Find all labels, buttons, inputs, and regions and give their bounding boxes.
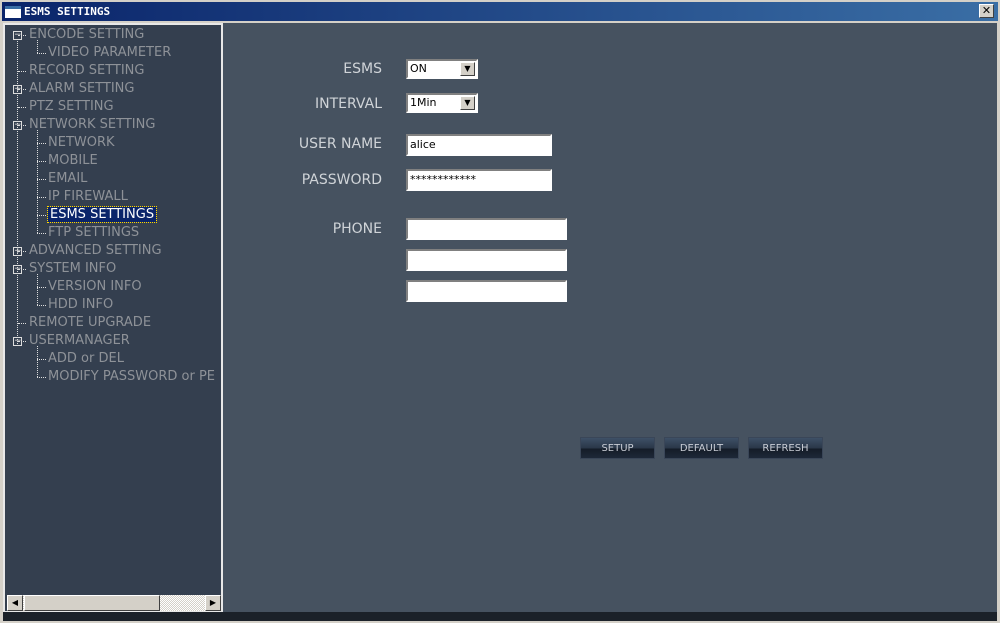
horizontal-scrollbar[interactable]: ◀ ▶: [7, 595, 221, 611]
username-input[interactable]: alice: [406, 134, 552, 156]
tree-item-label: NETWORK SETTING: [29, 117, 156, 132]
expand-icon[interactable]: +: [13, 247, 22, 256]
tree-item-label: RECORD SETTING: [29, 63, 145, 78]
interval-label: INTERVAL: [314, 96, 382, 112]
collapse-icon[interactable]: −: [13, 337, 22, 346]
tree-item-label: IP FIREWALL: [48, 189, 128, 204]
esms-settings-panel: ESMS ON ▼ INTERVAL 1Min ▼ USER NAME alice …: [223, 23, 997, 613]
chevron-down-icon[interactable]: ▼: [460, 96, 475, 110]
esms-select[interactable]: ON ▼: [406, 59, 478, 79]
tree-item[interactable]: HDD INFO: [48, 296, 113, 314]
tree-item[interactable]: FTP SETTINGS: [48, 224, 139, 242]
tree-item[interactable]: MODIFY PASSWORD or PE: [48, 368, 215, 386]
tree-item[interactable]: VIDEO PARAMETER: [48, 44, 171, 62]
tree-item[interactable]: ADD or DEL: [48, 350, 124, 368]
password-label: PASSWORD: [301, 172, 382, 188]
tree-item-label: HDD INFO: [48, 297, 114, 312]
settings-tree: − ENCODE SETTING VIDEO PARAMETER RECORD SET…: [3, 23, 223, 613]
tree-item-label: FTP SETTINGS: [48, 225, 140, 240]
tree-item[interactable]: ENCODE SETTING: [29, 26, 144, 44]
tree-item[interactable]: ALARM SETTING: [29, 80, 134, 98]
tree-item-label: EMAIL: [48, 171, 88, 186]
scroll-thumb[interactable]: [24, 595, 160, 611]
tree-item-label: REMOTE UPGRADE: [29, 315, 152, 330]
default-button[interactable]: DEFAULT: [664, 437, 739, 459]
expand-icon[interactable]: +: [13, 85, 22, 94]
window-icon: [5, 6, 21, 18]
esms-label: ESMS: [343, 61, 382, 77]
esms-value: ON: [410, 62, 427, 75]
tree-item-label: ADVANCED SETTING: [29, 243, 162, 258]
tree-item-label: ALARM SETTING: [29, 81, 135, 96]
chevron-down-icon[interactable]: ▼: [460, 62, 475, 76]
tree-item-label: ADD or DEL: [48, 351, 124, 366]
tree-item-label: SYSTEM INFO: [29, 261, 117, 276]
tree-item-label: MOBILE: [48, 153, 98, 168]
status-strip: [3, 612, 997, 621]
tree-item[interactable]: NETWORK: [48, 134, 115, 152]
password-input[interactable]: ************: [406, 169, 552, 191]
tree-item-label: USERMANAGER: [29, 333, 130, 348]
phone-label: PHONE: [332, 221, 382, 237]
tree-item[interactable]: RECORD SETTING: [29, 62, 144, 80]
tree-item-label: VIDEO PARAMETER: [48, 45, 172, 60]
close-button[interactable]: ✕: [979, 4, 994, 18]
tree-item[interactable]: SYSTEM INFO: [29, 260, 116, 278]
tree-item[interactable]: REMOTE UPGRADE: [29, 314, 151, 332]
phone-input-2[interactable]: [406, 249, 567, 271]
tree-item-label: MODIFY PASSWORD or PE: [48, 369, 215, 384]
tree-item-label: PTZ SETTING: [29, 99, 114, 114]
tree-item[interactable]: ESMS SETTINGS: [46, 206, 158, 224]
tree-item[interactable]: NETWORK SETTING: [29, 116, 155, 134]
tree-item[interactable]: EMAIL: [48, 170, 87, 188]
window-title: ESMS SETTINGS: [24, 5, 111, 18]
scroll-left-icon[interactable]: ◀: [7, 595, 23, 611]
tree-item[interactable]: PTZ SETTING: [29, 98, 114, 116]
tree-item-label: NETWORK: [48, 135, 115, 150]
refresh-button[interactable]: REFRESH: [748, 437, 823, 459]
setup-button[interactable]: SETUP: [580, 437, 655, 459]
tree-item[interactable]: IP FIREWALL: [48, 188, 128, 206]
collapse-icon[interactable]: −: [13, 121, 22, 130]
phone-input-3[interactable]: [406, 280, 567, 302]
tree-item[interactable]: MOBILE: [48, 152, 98, 170]
tree-item[interactable]: USERMANAGER: [29, 332, 130, 350]
scroll-right-icon[interactable]: ▶: [205, 595, 221, 611]
tree-item[interactable]: ADVANCED SETTING: [29, 242, 162, 260]
tree-item-label: ESMS SETTINGS: [46, 206, 158, 223]
collapse-icon[interactable]: −: [13, 31, 22, 40]
tree-item-label: ENCODE SETTING: [29, 27, 145, 42]
tree-item[interactable]: VERSION INFO: [48, 278, 142, 296]
tree-item-label: VERSION INFO: [48, 279, 142, 294]
phone-input-1[interactable]: [406, 218, 567, 240]
username-label: USER NAME: [298, 136, 382, 152]
collapse-icon[interactable]: −: [13, 265, 22, 274]
title-bar: ESMS SETTINGS ✕: [2, 2, 998, 21]
interval-select[interactable]: 1Min ▼: [406, 93, 478, 113]
interval-value: 1Min: [410, 96, 437, 109]
